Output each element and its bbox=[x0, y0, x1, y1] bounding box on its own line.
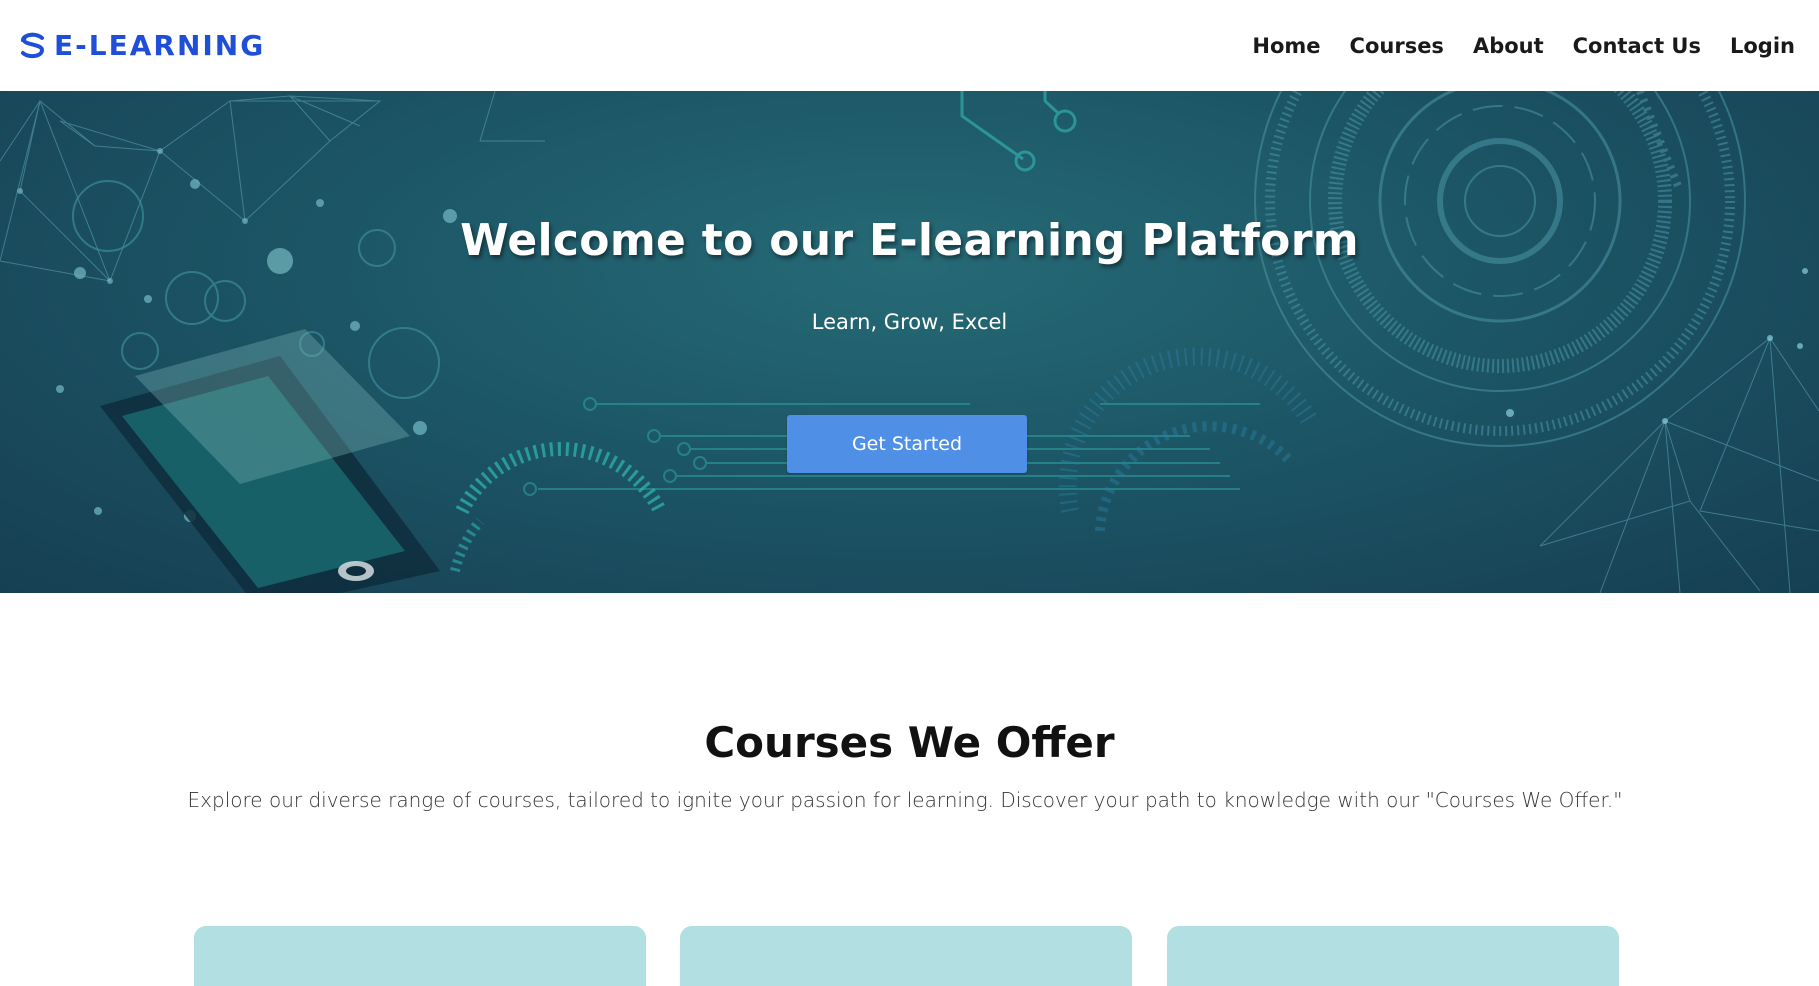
hero-content: Welcome to our E-learning Platform Learn… bbox=[0, 91, 1819, 593]
courses-section: Courses We Offer Explore our diverse ran… bbox=[0, 593, 1819, 986]
nav-contact-us[interactable]: Contact Us bbox=[1573, 34, 1701, 58]
hero-subtitle: Learn, Grow, Excel bbox=[811, 310, 1008, 334]
nav-about[interactable]: About bbox=[1473, 34, 1544, 58]
brand-name: E-LEARNING bbox=[54, 29, 266, 62]
course-card[interactable] bbox=[194, 926, 646, 986]
courses-section-description: Explore our diverse range of courses, ta… bbox=[187, 788, 1623, 812]
brand-link[interactable]: E-LEARNING bbox=[18, 29, 265, 62]
courses-section-title: Courses We Offer bbox=[704, 718, 1115, 767]
nav-courses[interactable]: Courses bbox=[1350, 34, 1444, 58]
course-card[interactable] bbox=[1167, 926, 1619, 986]
course-card[interactable] bbox=[680, 926, 1132, 986]
top-navbar: E-LEARNING Home Courses About Contact Us… bbox=[0, 0, 1819, 91]
hero-banner: Welcome to our E-learning Platform Learn… bbox=[0, 91, 1819, 593]
nav-login[interactable]: Login bbox=[1730, 34, 1795, 58]
brand-s-logo-icon bbox=[20, 32, 45, 58]
nav-home[interactable]: Home bbox=[1252, 34, 1320, 58]
hero-title: Welcome to our E-learning Platform bbox=[460, 215, 1359, 266]
main-nav: Home Courses About Contact Us Login bbox=[1252, 34, 1795, 58]
get-started-button[interactable]: Get Started bbox=[787, 415, 1027, 473]
